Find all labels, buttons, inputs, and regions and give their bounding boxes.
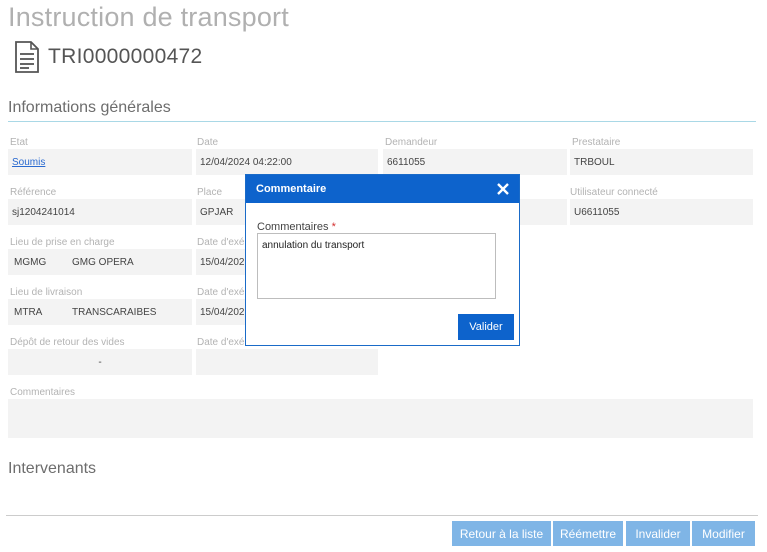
livraison-code: MTRA: [14, 306, 43, 318]
utilisateur-value: U6611055: [574, 206, 620, 218]
prise-en-charge-field: MGMG GMG OPERA: [8, 249, 192, 275]
modal-header: Commentaire: [246, 175, 519, 203]
date-execution-3-label: Date d'exé: [197, 337, 245, 348]
depot-retour-label: Dépôt de retour des vides: [10, 337, 125, 348]
document-id: TRI0000000472: [48, 45, 203, 68]
close-icon[interactable]: [497, 183, 509, 195]
date-field: 12/04/2024 04:22:00: [196, 149, 378, 175]
prise-en-charge-code: MGMG: [14, 256, 47, 268]
demandeur-value: 6611055: [387, 156, 426, 168]
comment-textarea[interactable]: annulation du transport: [257, 233, 496, 299]
date-execution-1-value: 15/04/202: [200, 256, 245, 268]
date-execution-2-label: Date d'exé: [197, 287, 245, 298]
demandeur-label: Demandeur: [385, 137, 438, 148]
livraison-field: MTRA TRANSCARAIBES: [8, 299, 192, 325]
page-title: Instruction de transport: [8, 2, 289, 32]
date-execution-2-value: 15/04/202: [200, 306, 245, 318]
reference-label: Référence: [10, 187, 57, 198]
date-value: 12/04/2024 04:22:00: [200, 156, 292, 168]
document-header: TRI0000000472: [14, 40, 203, 74]
modal-title: Commentaire: [256, 183, 327, 195]
prise-en-charge-name: GMG OPERA: [72, 256, 134, 268]
prise-en-charge-label: Lieu de prise en charge: [10, 237, 115, 248]
commentaires-label: Commentaires: [10, 387, 76, 398]
required-mark: *: [331, 221, 336, 233]
prestataire-label: Prestataire: [572, 137, 621, 148]
commentaires-field: [8, 399, 753, 438]
demandeur-field: 6611055: [383, 149, 567, 175]
section-title-general: Informations générales: [8, 99, 171, 116]
valider-button[interactable]: Valider: [458, 314, 514, 340]
modal-comment-label-text: Commentaires: [257, 221, 329, 233]
etat-label: Etat: [10, 137, 28, 148]
section-divider: [8, 121, 756, 122]
place-value: GPJAR: [200, 206, 234, 218]
place-label: Place: [197, 187, 223, 198]
livraison-name: TRANSCARAIBES: [72, 306, 157, 318]
invalider-button[interactable]: Invalider: [626, 521, 690, 546]
retour-liste-button[interactable]: Retour à la liste: [452, 521, 551, 546]
utilisateur-label: Utilisateur connecté: [570, 187, 658, 198]
reemettre-button[interactable]: Réémettre: [553, 521, 623, 546]
reference-value: sj1204241014: [12, 206, 75, 218]
document-icon: [15, 41, 39, 73]
section-title-intervenants: Intervenants: [8, 460, 97, 477]
etat-link[interactable]: Soumis: [12, 157, 45, 168]
utilisateur-field: U6611055: [570, 199, 753, 225]
comment-modal: Commentaire Commentaires * annulation du…: [245, 174, 520, 346]
depot-retour-field: -: [8, 349, 192, 375]
date-execution-1-label: Date d'exé: [197, 237, 245, 248]
prestataire-field: TRBOUL: [570, 149, 753, 175]
reference-field: sj1204241014: [8, 199, 192, 225]
footer-divider: [6, 515, 758, 516]
prestataire-value: TRBOUL: [574, 156, 615, 168]
modifier-button[interactable]: Modifier: [692, 521, 755, 546]
depot-retour-value: -: [98, 356, 102, 368]
date-execution-3-field: [196, 349, 378, 375]
date-label: Date: [197, 137, 219, 148]
etat-field: Soumis: [8, 149, 192, 175]
modal-comment-label: Commentaires *: [257, 221, 336, 233]
livraison-label: Lieu de livraison: [10, 287, 83, 298]
